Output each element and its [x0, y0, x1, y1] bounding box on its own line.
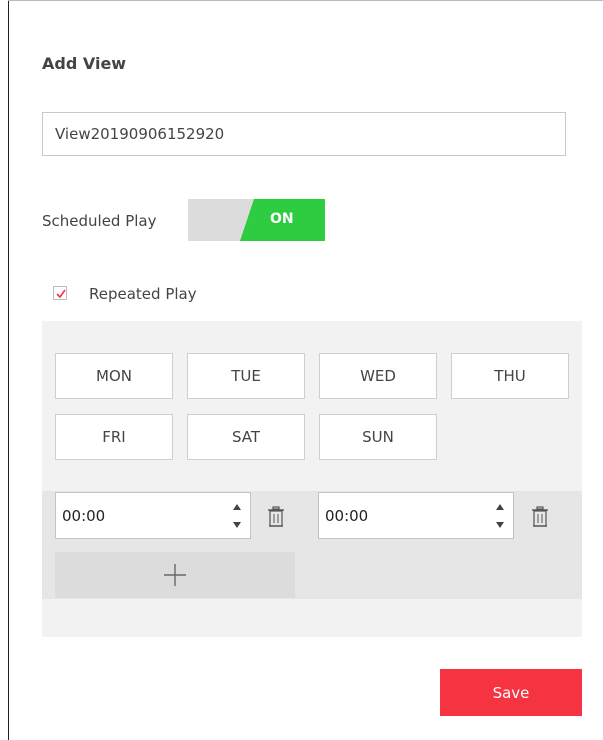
repeated-play-label: Repeated Play: [89, 285, 197, 303]
save-button[interactable]: Save: [440, 669, 582, 716]
trash-icon[interactable]: [530, 506, 550, 528]
day-button-wed[interactable]: WED: [319, 353, 437, 399]
scheduled-play-toggle[interactable]: ON: [188, 199, 325, 241]
panel-top-border: [8, 0, 603, 1]
panel-left-border: [8, 0, 9, 740]
day-button-fri[interactable]: FRI: [55, 414, 173, 460]
spinner-up-down-icon[interactable]: [232, 499, 242, 533]
start-time-input[interactable]: 00:00: [55, 492, 251, 539]
day-button-tue[interactable]: TUE: [187, 353, 305, 399]
day-button-sat[interactable]: SAT: [187, 414, 305, 460]
trash-icon[interactable]: [266, 506, 286, 528]
repeated-play-checkbox[interactable]: [53, 286, 67, 300]
dialog-title: Add View: [42, 54, 127, 73]
day-button-thu[interactable]: THU: [451, 353, 569, 399]
end-time-value: 00:00: [325, 507, 369, 525]
spinner-up-down-icon[interactable]: [495, 499, 505, 533]
start-time-value: 00:00: [62, 507, 106, 525]
day-button-sun[interactable]: SUN: [319, 414, 437, 460]
scheduled-play-label: Scheduled Play: [42, 212, 157, 230]
day-button-mon[interactable]: MON: [55, 353, 173, 399]
end-time-input[interactable]: 00:00: [318, 492, 514, 539]
add-time-slot-button[interactable]: [55, 552, 295, 598]
checkmark-icon: [56, 289, 66, 299]
view-name-input[interactable]: [42, 112, 566, 156]
plus-icon: [164, 564, 186, 586]
toggle-state-label: ON: [270, 211, 294, 227]
